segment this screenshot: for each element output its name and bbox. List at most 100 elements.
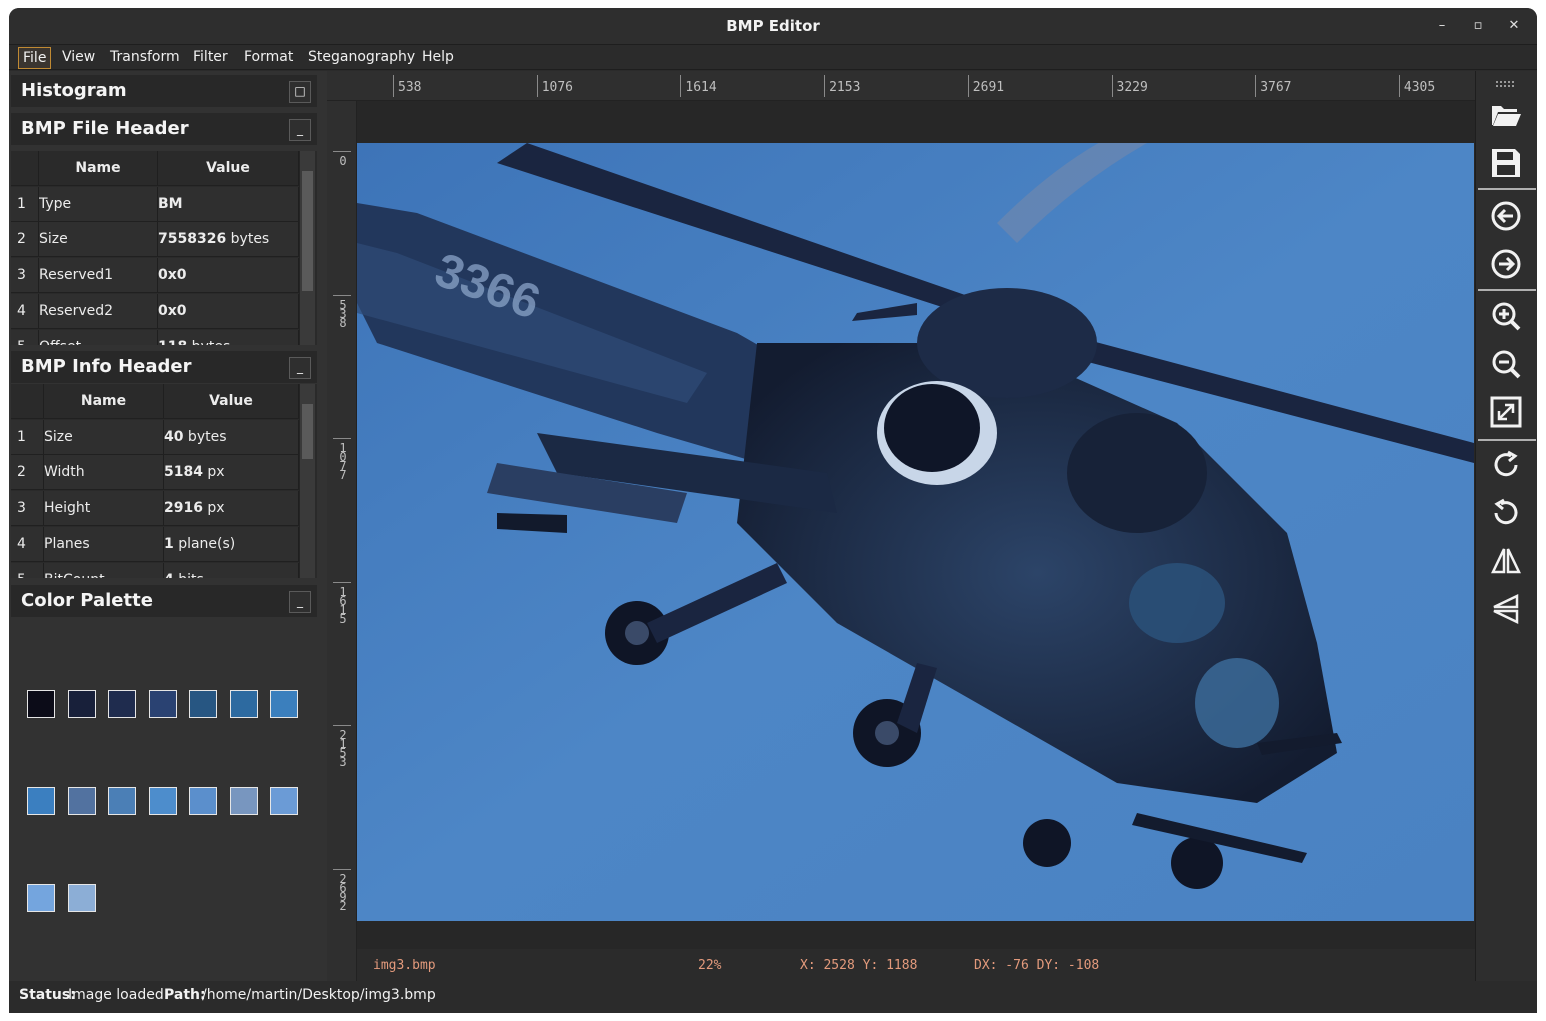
close-button[interactable]: ✕ — [1503, 16, 1525, 36]
ruler-label: 1614 — [685, 80, 717, 95]
column-value[interactable]: Value — [164, 384, 299, 418]
palette-swatch[interactable] — [189, 690, 217, 718]
ruler-label: 1 6 1 5 — [339, 584, 347, 626]
ruler-label: 1 0 7 7 — [339, 441, 347, 482]
table-row[interactable]: 5 BitCount 4 bits — [11, 563, 299, 578]
histogram-header: Histogram □ — [11, 75, 317, 107]
column-value[interactable]: Value — [158, 151, 299, 185]
menu-view[interactable]: View — [58, 47, 99, 69]
rotate-right-icon[interactable] — [1489, 448, 1523, 482]
histogram-toggle-button[interactable]: □ — [289, 81, 311, 103]
redo-icon[interactable] — [1489, 247, 1523, 281]
zoom-out-icon[interactable] — [1489, 347, 1523, 381]
palette-swatch[interactable] — [270, 787, 298, 815]
undo-icon[interactable] — [1489, 199, 1523, 233]
menu-transform[interactable]: Transform — [106, 47, 184, 69]
info-header-scrollbar[interactable] — [299, 384, 315, 578]
palette-swatch[interactable] — [270, 690, 298, 718]
table-row[interactable]: 4 Reserved2 0x0 — [11, 294, 299, 329]
save-icon[interactable] — [1489, 146, 1523, 180]
helicopter-image[interactable]: 3366 — [357, 143, 1474, 921]
ruler-tick — [1255, 75, 1257, 97]
color-palette-collapse-button[interactable]: _ — [289, 591, 311, 613]
app-window: BMP Editor – ▫ ✕ File View Transform Fil… — [9, 8, 1537, 1013]
ruler-tick — [824, 75, 826, 97]
file-header-scrollbar[interactable] — [299, 151, 315, 345]
rotate-left-icon[interactable] — [1489, 496, 1523, 530]
table-row[interactable]: 1 Type BM — [11, 187, 299, 222]
fit-screen-icon[interactable] — [1489, 395, 1523, 429]
palette-swatch[interactable] — [148, 690, 177, 718]
left-panel: Histogram □ BMP File Header _ Name Value… — [9, 71, 327, 981]
zoom-in-icon[interactable] — [1489, 299, 1523, 333]
table-row[interactable]: 3 Reserved1 0x0 — [11, 258, 299, 293]
cursor-position-label: X: 2528 Y: 1188 — [800, 958, 918, 973]
palette-swatch[interactable] — [229, 690, 258, 718]
table-row[interactable]: 1 Size 40 bytes — [11, 420, 299, 455]
table-row[interactable]: 4 Planes 1 plane(s) — [11, 527, 299, 562]
palette-swatch[interactable] — [108, 787, 136, 815]
column-name[interactable]: Name — [39, 151, 158, 185]
menu-steganography[interactable]: Steganography — [304, 47, 419, 69]
table-header-row: Name Value — [11, 384, 299, 419]
canvas-area: 538 1076 1614 2153 2691 3229 3767 4305 0 5 3 8 1 … — [327, 71, 1475, 981]
open-icon[interactable] — [1489, 98, 1523, 132]
info-header-panel-header: BMP Info Header _ — [11, 351, 317, 383]
status-bar: Status: Image loaded Path: /home/martin/… — [9, 981, 1537, 1013]
menu-file[interactable]: File — [18, 47, 52, 69]
ruler-tick — [967, 75, 969, 97]
palette-swatch[interactable] — [27, 787, 55, 815]
table-row[interactable]: 3 Height 2916 px — [11, 491, 299, 526]
horizontal-ruler: 538 1076 1614 2153 2691 3229 3767 4305 — [327, 71, 1475, 101]
file-header-panel-header: BMP File Header _ — [11, 113, 317, 145]
palette-swatch[interactable] — [189, 787, 217, 815]
ruler-label: 3229 — [1116, 80, 1148, 95]
ruler-label: 5 3 8 — [339, 297, 347, 330]
menu-filter[interactable]: Filter — [189, 47, 232, 69]
palette-swatch[interactable] — [67, 787, 96, 815]
vertical-ruler: 0 5 3 8 1 0 7 7 1 6 1 5 2 1 5 3 2 6 9 2 — [327, 101, 357, 981]
filename-label: img3.bmp — [373, 958, 436, 973]
palette-swatch[interactable] — [229, 787, 258, 815]
flip-horizontal-icon[interactable] — [1489, 544, 1523, 578]
ruler-label: 2691 — [972, 80, 1005, 95]
palette-swatch[interactable] — [148, 787, 177, 815]
ruler-tick — [333, 294, 351, 296]
ruler-tick — [1111, 75, 1113, 97]
file-header-title: BMP File Header — [21, 118, 189, 139]
table-row[interactable]: 5 Offset 118 bytes — [11, 330, 299, 345]
ruler-tick — [1398, 75, 1400, 97]
palette-swatch[interactable] — [67, 884, 96, 912]
palette-swatch[interactable] — [108, 690, 136, 718]
histogram-title: Histogram — [21, 80, 127, 101]
minimize-button[interactable]: – — [1431, 16, 1453, 36]
right-toolbar — [1475, 71, 1537, 981]
info-header-collapse-button[interactable]: _ — [289, 357, 311, 379]
file-header-collapse-button[interactable]: _ — [289, 119, 311, 141]
window-title: BMP Editor — [726, 17, 820, 35]
ruler-label: 2153 — [829, 80, 861, 95]
palette-swatch[interactable] — [27, 690, 55, 718]
ruler-tick — [333, 438, 351, 439]
table-row[interactable]: 2 Width 5184 px — [11, 455, 299, 490]
ruler-label: 3767 — [1260, 80, 1292, 95]
image-viewport[interactable]: 3366 — [357, 101, 1475, 949]
flip-vertical-icon[interactable] — [1489, 592, 1523, 626]
ruler-tick — [333, 581, 351, 583]
cursor-delta-label: DX: -76 DY: -108 — [974, 958, 1100, 973]
image-info-bar: img3.bmp 22% X: 2528 Y: 1188 DX: -76 DY:… — [357, 949, 1475, 981]
maximize-button[interactable]: ▫ — [1467, 16, 1489, 36]
ruler-label: 1076 — [541, 80, 573, 95]
ruler-label: 0 — [339, 154, 347, 168]
ruler-label: 538 — [398, 80, 422, 95]
table-row[interactable]: 2 Size 7558326 bytes — [11, 222, 299, 257]
toolbar-grip-icon[interactable] — [1496, 81, 1516, 87]
menu-help[interactable]: Help — [418, 47, 458, 69]
palette-swatch[interactable] — [67, 690, 96, 718]
menu-format[interactable]: Format — [240, 47, 297, 69]
ruler-tick — [393, 75, 394, 97]
table-header-row: Name Value — [11, 151, 299, 186]
column-name[interactable]: Name — [44, 384, 164, 418]
menu-bar: File View Transform Filter Format Stegan… — [9, 44, 1537, 70]
palette-swatch[interactable] — [27, 884, 55, 912]
